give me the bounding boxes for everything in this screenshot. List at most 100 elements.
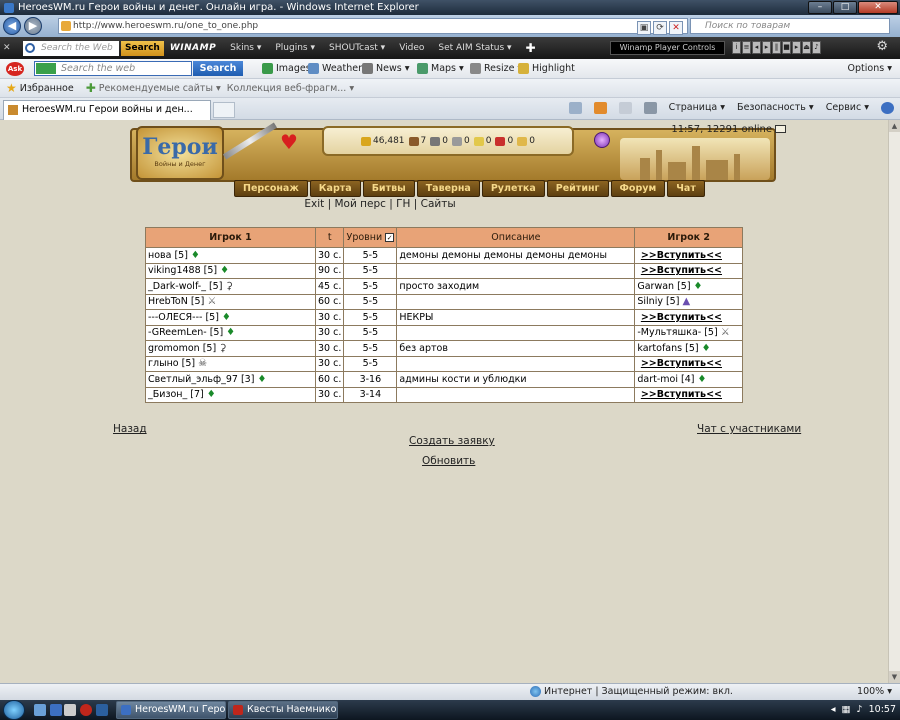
link-my-character[interactable]: Мой перс: [334, 198, 385, 210]
levels-checkbox[interactable]: ✓: [385, 233, 395, 242]
link-sites[interactable]: Сайты: [421, 198, 456, 210]
opera-icon[interactable]: [80, 704, 92, 716]
ask-options[interactable]: Options ▾: [848, 63, 892, 74]
mail-icon[interactable]: [775, 125, 786, 133]
stop-icon[interactable]: ✕: [669, 21, 683, 35]
nav-chat[interactable]: Чат: [667, 180, 705, 197]
address-field[interactable]: http://www.heroeswm.ru/one_to_one.php ▣ …: [58, 18, 688, 35]
nav-map[interactable]: Карта: [309, 180, 361, 197]
start-orb-icon[interactable]: [3, 700, 25, 720]
game-logo[interactable]: Герои Войны и Денег: [136, 126, 224, 180]
create-request-link[interactable]: Создать заявку: [409, 435, 495, 447]
menu-icon[interactable]: ≡: [742, 41, 751, 54]
player1-cell-text[interactable]: Светлый_эльф_97 [3]: [148, 374, 254, 385]
ask-images[interactable]: Images: [262, 63, 311, 74]
ask-logo[interactable]: Ask: [6, 61, 24, 76]
ask-search-input[interactable]: Search the web: [34, 61, 192, 76]
player1-cell-text[interactable]: -GReemLen- [5]: [148, 327, 223, 338]
switch-windows-icon[interactable]: [64, 704, 76, 716]
ask-highlight[interactable]: Highlight: [518, 63, 575, 74]
task-quests[interactable]: Квесты Наемников...: [228, 701, 338, 719]
winamp-menu-video[interactable]: Video: [399, 43, 424, 53]
page-menu[interactable]: Страница ▾: [669, 102, 725, 114]
player1-cell-text[interactable]: viking1488 [5]: [148, 265, 217, 276]
maximize-button[interactable]: □: [833, 1, 857, 14]
join-button[interactable]: >>Вступить<<: [637, 312, 740, 323]
winamp-menu-plugins[interactable]: Plugins ▾: [275, 43, 315, 53]
nav-rating[interactable]: Рейтинг: [546, 180, 609, 197]
player1-cell[interactable]: нова [5] ♦: [145, 247, 316, 264]
ask-weather[interactable]: Weather: [308, 63, 362, 74]
refresh-link[interactable]: Обновить: [422, 455, 475, 467]
player1-cell[interactable]: viking1488 [5] ♦: [145, 262, 316, 279]
pause-icon[interactable]: ‖: [772, 41, 781, 54]
service-menu[interactable]: Сервис ▾: [826, 102, 869, 114]
player1-cell[interactable]: Светлый_эльф_97 [3] ♦: [145, 371, 316, 388]
chat-participants-link[interactable]: Чат с участниками: [697, 423, 801, 435]
prev-icon[interactable]: ◂: [752, 41, 761, 54]
player2-cell[interactable]: -Мультяшка- [5] ⚔: [634, 324, 743, 341]
favorites-star-icon[interactable]: ★: [6, 81, 17, 95]
link-exit[interactable]: Exit: [304, 198, 324, 210]
home-icon[interactable]: [568, 102, 582, 114]
network-icon[interactable]: ▦: [842, 704, 851, 715]
volume-icon[interactable]: ♪: [857, 704, 863, 715]
ask-search-button[interactable]: Search: [193, 61, 243, 76]
add-icon[interactable]: ✚: [526, 41, 536, 55]
next-icon[interactable]: ▸: [792, 41, 801, 54]
scroll-down-icon[interactable]: ▼: [889, 671, 900, 683]
player1-cell-text[interactable]: _Dark-wolf-_ [5]: [148, 281, 222, 292]
new-tab-button[interactable]: [213, 102, 235, 118]
ie-quicklaunch-icon[interactable]: [50, 704, 62, 716]
fav-suggested-sites[interactable]: Рекомендуемые сайты ▾: [99, 83, 221, 94]
favorites-label[interactable]: Избранное: [20, 83, 74, 94]
security-zone[interactable]: Интернет | Защищенный режим: вкл.: [530, 686, 733, 697]
scroll-up-icon[interactable]: ▲: [889, 120, 900, 132]
nav-character[interactable]: Персонаж: [234, 180, 308, 197]
fav-web-slices[interactable]: Коллекция веб-фрагм... ▾: [227, 83, 354, 94]
volume-icon[interactable]: ♪: [812, 41, 821, 54]
zoom-level[interactable]: 100% ▾: [857, 686, 892, 697]
player2-cell[interactable]: kartofans [5] ♦: [634, 340, 743, 357]
nav-tavern[interactable]: Таверна: [416, 180, 480, 197]
add-favorite-icon[interactable]: ✚: [86, 81, 96, 95]
clock[interactable]: 10:57: [869, 704, 896, 715]
player1-cell[interactable]: _Бизон_ [7] ♦: [145, 386, 316, 403]
join-button[interactable]: >>Вступить<<: [637, 358, 740, 369]
print-icon[interactable]: [643, 102, 657, 114]
play-icon[interactable]: ▸: [762, 41, 771, 54]
close-button[interactable]: ✕: [858, 1, 898, 14]
ask-resize[interactable]: Resize ▾: [470, 63, 522, 74]
eject-icon[interactable]: ⏏: [802, 41, 811, 54]
gear-icon[interactable]: ⚙: [876, 39, 888, 54]
player1-cell[interactable]: HrebToN [5] ⚔: [145, 293, 316, 310]
join-button[interactable]: >>Вступить<<: [637, 389, 740, 400]
winamp-menu-shoutcast[interactable]: SHOUTcast ▾: [329, 43, 385, 53]
winamp-menu-aim[interactable]: Set AIM Status ▾: [438, 43, 511, 53]
mail-icon[interactable]: [618, 102, 632, 114]
info-icon[interactable]: i: [732, 41, 741, 54]
player2-cell-text[interactable]: -Мультяшка- [5]: [637, 327, 717, 338]
player2-cell-text[interactable]: Garwan [5]: [637, 281, 690, 292]
ask-maps[interactable]: Maps ▾: [417, 63, 464, 74]
nav-forum[interactable]: Форум: [610, 180, 666, 197]
player1-cell[interactable]: -GReemLen- [5] ♦: [145, 324, 316, 341]
rss-icon[interactable]: [593, 102, 607, 114]
player1-cell-text[interactable]: нова [5]: [148, 250, 188, 261]
player2-cell[interactable]: Garwan [5] ♦: [634, 278, 743, 295]
vertical-scrollbar[interactable]: ▲ ▼: [888, 120, 900, 683]
back-icon[interactable]: ◀: [3, 17, 21, 35]
player2-cell[interactable]: dart-moi [4] ♦: [634, 371, 743, 388]
stop-icon[interactable]: ■: [782, 41, 791, 54]
show-desktop-icon[interactable]: [34, 704, 46, 716]
refresh-icon[interactable]: ⟳: [653, 21, 667, 35]
compat-view-icon[interactable]: ▣: [637, 21, 651, 35]
player1-cell[interactable]: ---ОЛЕСЯ--- [5] ♦: [145, 309, 316, 326]
live-search-input[interactable]: Поиск по товарам: [690, 18, 890, 34]
join-button[interactable]: >>Вступить<<: [637, 265, 740, 276]
winamp-logo[interactable]: WINAMP: [170, 43, 216, 53]
player2-cell-text[interactable]: kartofans [5]: [637, 343, 698, 354]
player2-cell-text[interactable]: Silniy [5]: [637, 296, 679, 307]
quicklaunch-icon[interactable]: [96, 704, 108, 716]
back-link[interactable]: Назад: [113, 423, 147, 435]
